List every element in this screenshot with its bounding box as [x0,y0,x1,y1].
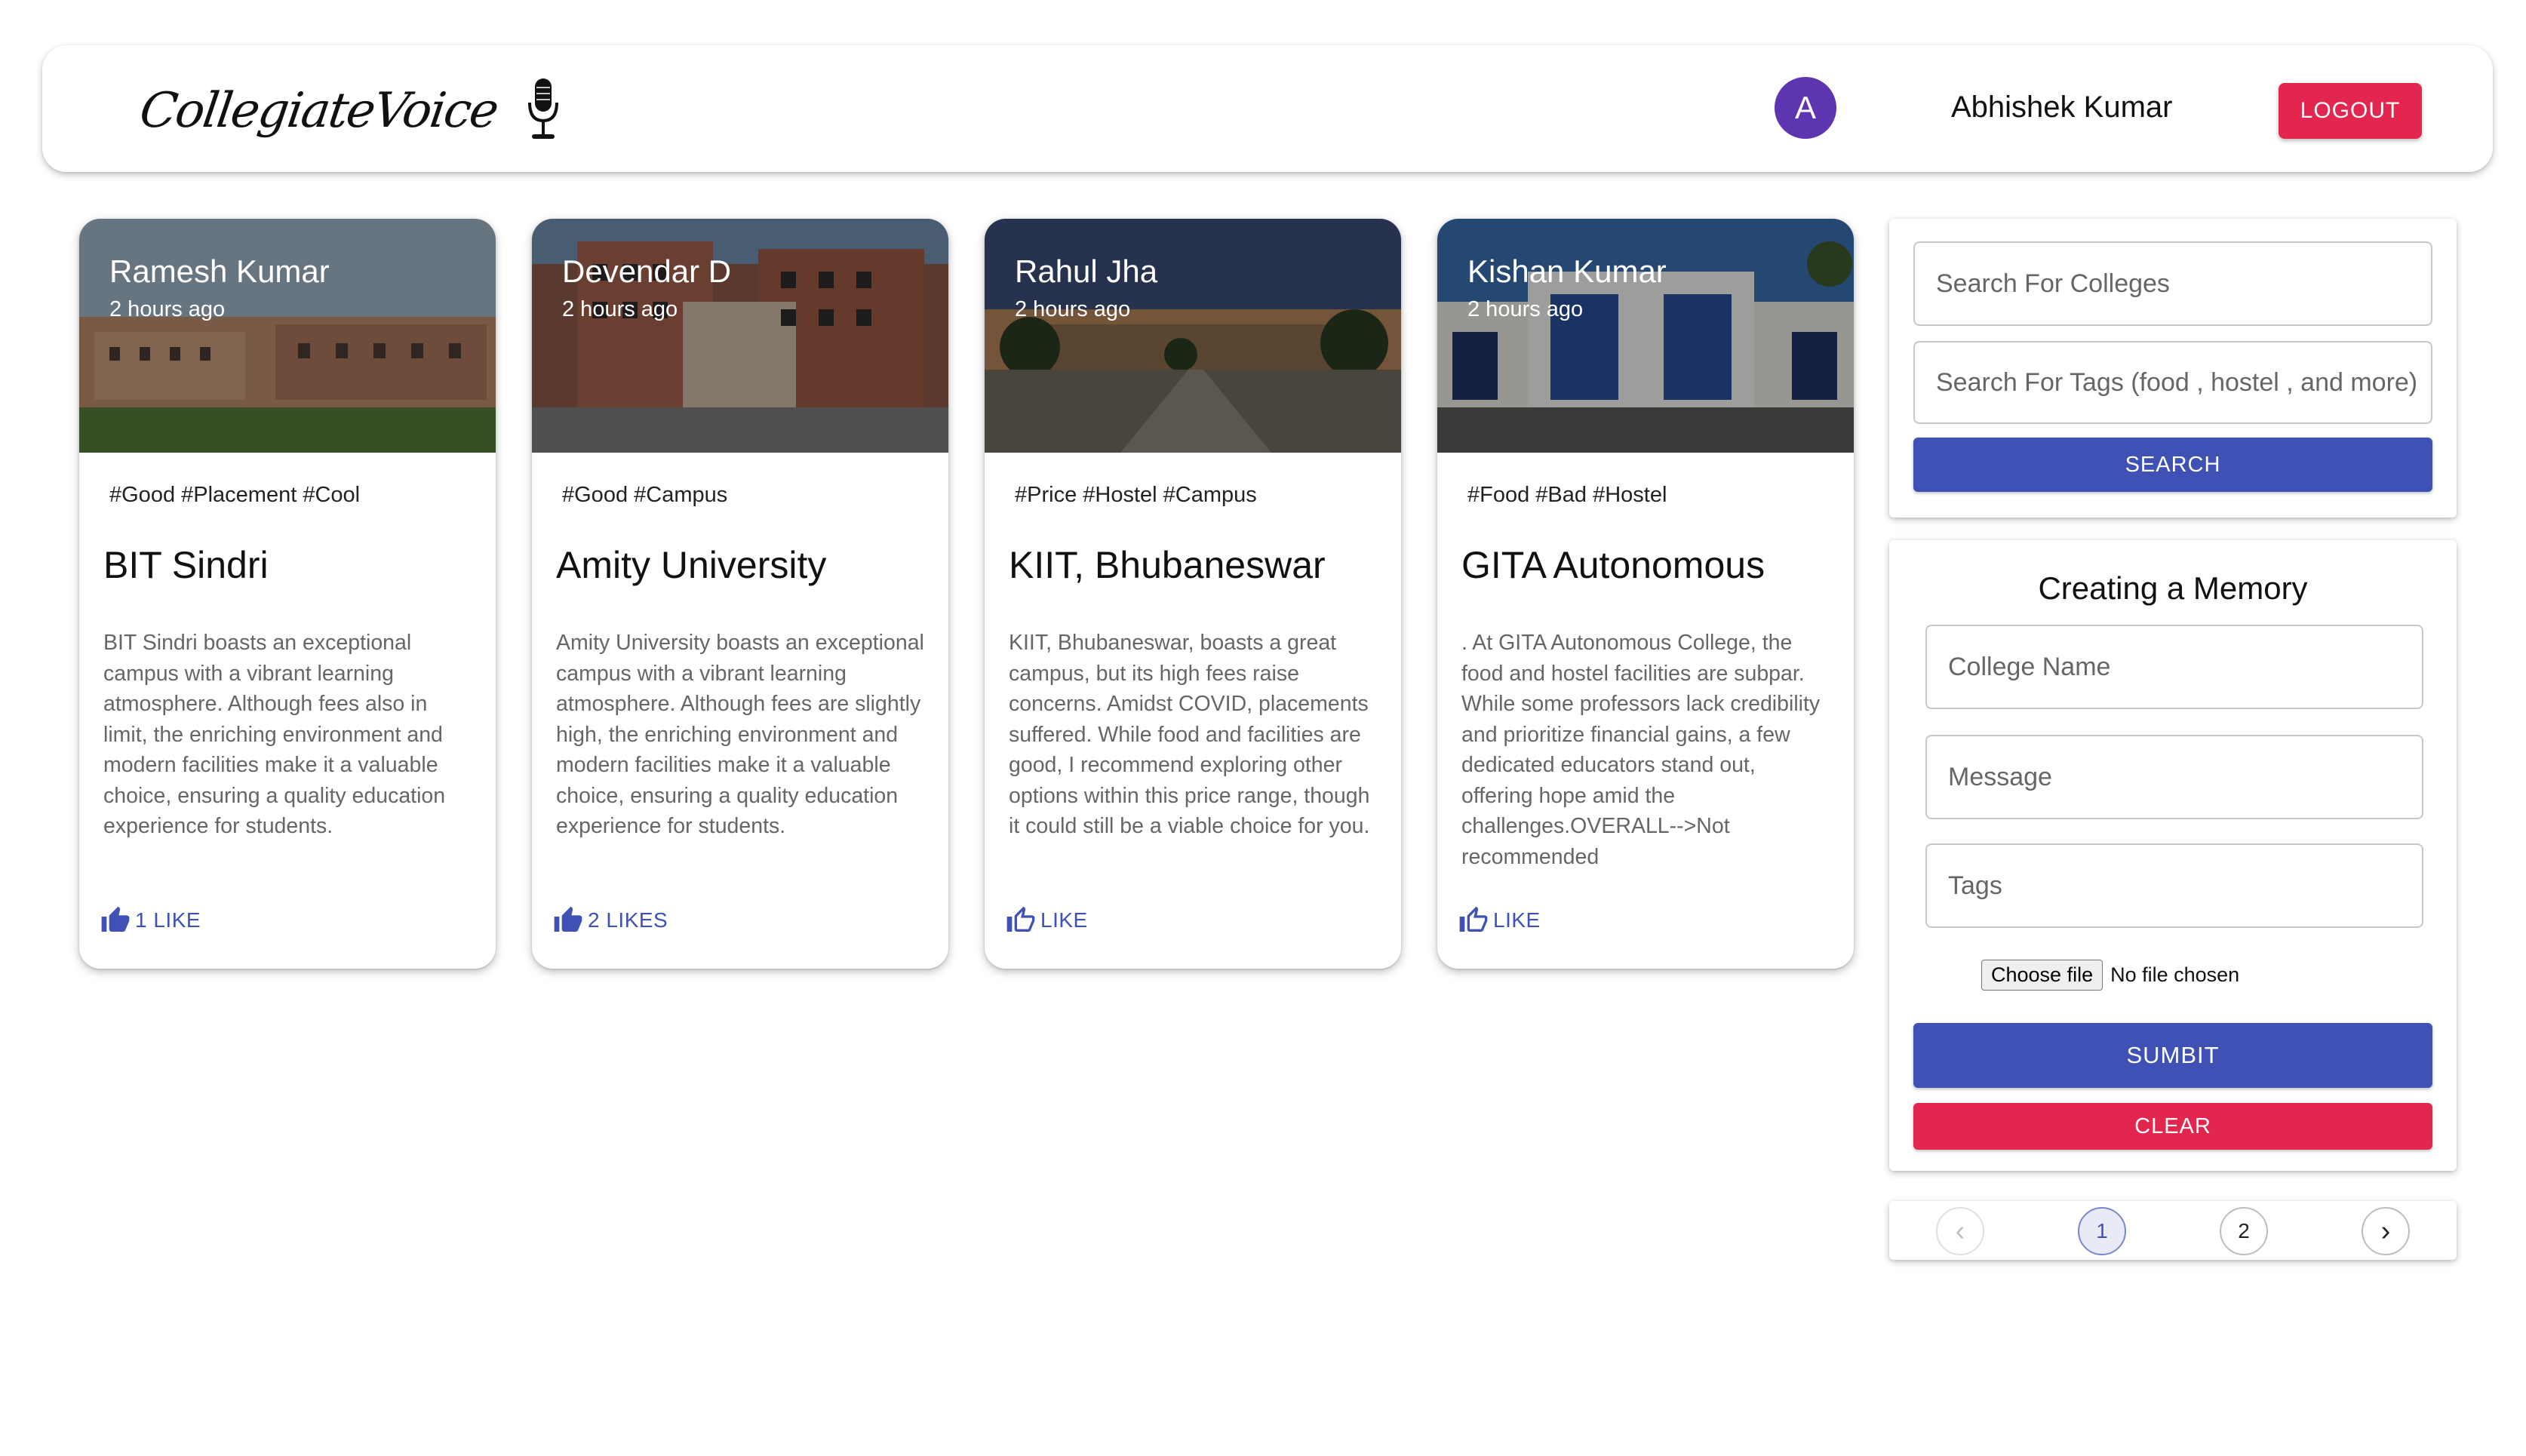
thumb-up-outline-icon [1459,906,1488,932]
clear-button[interactable]: CLEAR [1913,1103,2432,1150]
tags-input[interactable] [1925,843,2423,928]
file-upload: Choose file No file chosen [1981,960,2239,991]
post-author: Rahul Jha [1015,253,1158,289]
post-college: KIIT, Bhubaneswar [1009,544,1326,586]
post-time: 2 hours ago [562,297,678,321]
post-image: Ramesh Kumar 2 hours ago [79,219,496,453]
page-button-2[interactable]: 2 [2220,1207,2268,1255]
post-tags: #Price #Hostel #Campus [1015,483,1257,507]
brand-logo[interactable]: CollegiateVoice [136,77,562,145]
post-author: Devendar D [562,253,732,289]
logout-button[interactable]: LOGOUT [2279,83,2422,139]
college-name-input[interactable] [1925,625,2423,709]
brand-name: CollegiateVoice [136,83,501,139]
file-status: No file chosen [2110,963,2240,986]
submit-button[interactable]: SUMBIT [1913,1023,2432,1088]
choose-file-button[interactable]: Choose file [1981,960,2103,991]
previous-page-icon[interactable]: ‹ [1936,1207,1984,1255]
create-memory-form: Creating a Memory Choose file No file ch… [1889,540,2457,1171]
post-card[interactable]: Kishan Kumar 2 hours ago #Food #Bad #Hos… [1437,219,1854,969]
like-button[interactable]: LIKE [1006,905,1088,935]
like-label: 2 LIKES [588,908,668,932]
like-button[interactable]: 2 LIKES [553,905,668,935]
like-label: LIKE [1493,908,1541,932]
search-panel: SEARCH [1889,219,2457,518]
post-college: Amity University [556,544,827,586]
thumb-up-icon [554,906,582,932]
post-card[interactable]: Rahul Jha 2 hours ago #Price #Hostel #Ca… [985,219,1401,969]
search-tags-input[interactable] [1913,341,2432,424]
like-button[interactable]: LIKE [1458,905,1541,935]
post-image: Kishan Kumar 2 hours ago [1437,219,1854,453]
thumb-up-icon [101,906,130,932]
like-label: LIKE [1040,908,1088,932]
post-message: Amity University boasts an exceptional c… [556,631,924,838]
post-message: KIIT, Bhubaneswar, boasts a great campus… [1009,631,1370,838]
post-author: Ramesh Kumar [109,253,330,289]
post-image: Rahul Jha 2 hours ago [985,219,1401,453]
post-time: 2 hours ago [1467,297,1584,321]
pagination: ‹ 1 2 › [1889,1201,2457,1260]
post-college: BIT Sindri [103,544,269,586]
post-tags: #Food #Bad #Hostel [1467,483,1667,507]
like-button[interactable]: 1 LIKE [100,905,201,935]
post-card[interactable]: Devendar D 2 hours ago #Good #Campus Ami… [532,219,948,969]
avatar[interactable]: A [1775,77,1836,139]
microphone-icon [527,78,558,139]
post-author: Kishan Kumar [1467,253,1667,289]
post-time: 2 hours ago [1015,297,1131,321]
post-college: GITA Autonomous [1461,544,1765,586]
post-message: . At GITA Autonomous College, the food a… [1461,631,1821,869]
like-label: 1 LIKE [135,908,201,932]
post-tags: #Good #Campus [562,483,728,507]
next-page-icon[interactable]: › [2362,1207,2410,1255]
form-title: Creating a Memory [2038,570,2308,606]
search-colleges-input[interactable] [1913,241,2432,326]
app-bar: CollegiateVoice A Abhishek Kumar LOGOUT [42,45,2493,172]
post-time: 2 hours ago [109,297,226,321]
page-button-1[interactable]: 1 [2078,1207,2126,1255]
thumb-up-outline-icon [1006,906,1035,932]
post-card[interactable]: Ramesh Kumar 2 hours ago #Good #Placemen… [79,219,496,969]
search-button[interactable]: SEARCH [1913,438,2432,492]
message-input[interactable] [1925,735,2423,819]
post-tags: #Good #Placement #Cool [109,483,361,507]
post-message: BIT Sindri boasts an exceptional campus … [103,631,446,838]
post-image: Devendar D 2 hours ago [532,219,948,453]
user-name: Abhishek Kumar [1951,91,2173,124]
